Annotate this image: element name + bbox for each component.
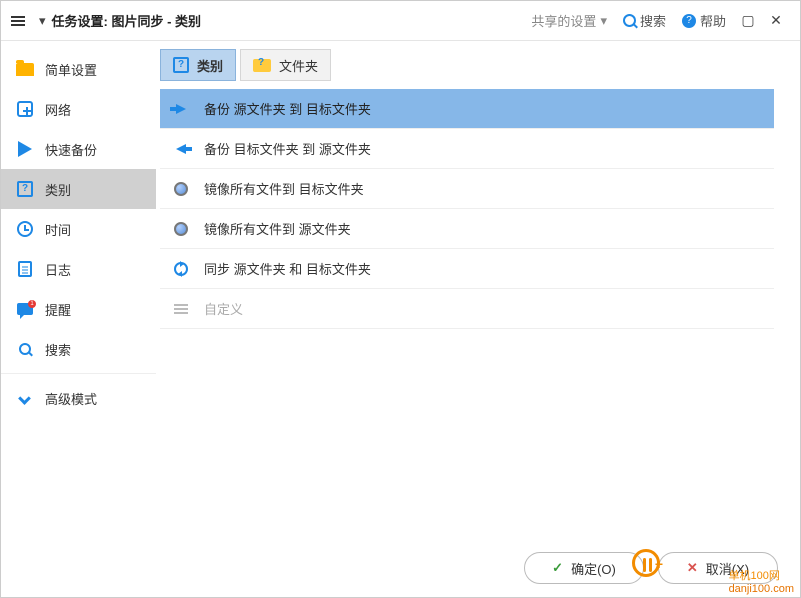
option-backup-target-to-source[interactable]: 备份 目标文件夹 到 源文件夹 bbox=[160, 129, 774, 169]
mirror-icon bbox=[172, 180, 190, 198]
sidebar-item-label: 快速备份 bbox=[45, 140, 97, 159]
sidebar-item-label: 提醒 bbox=[45, 300, 71, 319]
sidebar-item-label: 简单设置 bbox=[45, 60, 97, 79]
arrow-right-icon bbox=[172, 100, 190, 118]
footer: ✓ 确定(O) ✕ 取消(X) bbox=[1, 539, 800, 597]
search-button[interactable]: 搜索 bbox=[623, 11, 666, 30]
sidebar-item-quick-backup[interactable]: 快速备份 bbox=[1, 129, 156, 169]
sidebar-item-network[interactable]: 网络 bbox=[1, 89, 156, 129]
tab-category[interactable]: ? 类别 bbox=[160, 49, 236, 81]
option-label: 自定义 bbox=[204, 299, 243, 318]
sidebar-item-simple-settings[interactable]: 简单设置 bbox=[1, 49, 156, 89]
chevron-down-icon bbox=[15, 388, 35, 408]
maximize-button[interactable]: ▢ bbox=[734, 12, 762, 29]
search-icon bbox=[623, 14, 636, 27]
window-title: 任务设置: 图片同步 - 类别 bbox=[52, 11, 202, 30]
titlebar: ▾ 任务设置: 图片同步 - 类别 共享的设置 ▾ 搜索 ? 帮助 ▢ ✕ bbox=[1, 1, 800, 41]
option-list: 备份 源文件夹 到 目标文件夹 备份 目标文件夹 到 源文件夹 镜像所有文件到 … bbox=[160, 89, 774, 329]
main-panel: ? 类别 文件夹 备份 源文件夹 到 目标文件夹 备份 目标文件夹 到 源文件夹… bbox=[156, 41, 800, 539]
tab-label: 类别 bbox=[197, 56, 223, 75]
sidebar-item-time[interactable]: 时间 bbox=[1, 209, 156, 249]
chevron-down-icon: ▾ bbox=[600, 13, 607, 29]
network-icon bbox=[15, 99, 35, 119]
cross-icon: ✕ bbox=[687, 560, 698, 576]
sidebar-item-label: 高级模式 bbox=[45, 389, 97, 408]
hamburger-menu-icon[interactable] bbox=[11, 14, 33, 28]
watermark-logo-icon bbox=[632, 549, 660, 577]
help-button[interactable]: ? 帮助 bbox=[682, 11, 726, 30]
tab-label: 文件夹 bbox=[279, 56, 318, 75]
sidebar-item-label: 搜索 bbox=[45, 340, 71, 359]
help-label: 帮助 bbox=[700, 11, 726, 30]
chat-icon: 1 bbox=[15, 299, 35, 319]
search-icon bbox=[15, 339, 35, 359]
sidebar-item-label: 类别 bbox=[45, 180, 71, 199]
option-mirror-to-source[interactable]: 镜像所有文件到 源文件夹 bbox=[160, 209, 774, 249]
close-button[interactable]: ✕ bbox=[762, 12, 790, 29]
folder-icon bbox=[253, 59, 271, 72]
option-label: 镜像所有文件到 源文件夹 bbox=[204, 219, 351, 238]
sidebar-item-label: 时间 bbox=[45, 220, 71, 239]
watermark-url: danji100.com bbox=[729, 583, 794, 595]
sidebar: 简单设置 网络 快速备份 ? 类别 时间 日志 1 提醒 搜索 bbox=[1, 41, 156, 539]
shared-settings-dropdown[interactable]: 共享的设置 ▾ bbox=[531, 11, 607, 30]
check-icon: ✓ bbox=[552, 560, 563, 576]
folder-icon bbox=[15, 59, 35, 79]
play-icon bbox=[15, 139, 35, 159]
option-label: 备份 源文件夹 到 目标文件夹 bbox=[204, 99, 371, 118]
shared-settings-label: 共享的设置 bbox=[531, 11, 596, 30]
clock-icon bbox=[15, 219, 35, 239]
sidebar-item-label: 网络 bbox=[45, 100, 71, 119]
divider bbox=[1, 373, 156, 374]
mirror-icon bbox=[172, 220, 190, 238]
sidebar-item-category[interactable]: ? 类别 bbox=[1, 169, 156, 209]
list-icon bbox=[172, 300, 190, 318]
option-mirror-to-target[interactable]: 镜像所有文件到 目标文件夹 bbox=[160, 169, 774, 209]
sidebar-item-label: 日志 bbox=[45, 260, 71, 279]
option-backup-source-to-target[interactable]: 备份 源文件夹 到 目标文件夹 bbox=[160, 89, 774, 129]
sync-icon bbox=[172, 260, 190, 278]
option-label: 镜像所有文件到 目标文件夹 bbox=[204, 179, 364, 198]
sidebar-item-log[interactable]: 日志 bbox=[1, 249, 156, 289]
option-label: 备份 目标文件夹 到 源文件夹 bbox=[204, 139, 371, 158]
sidebar-item-reminder[interactable]: 1 提醒 bbox=[1, 289, 156, 329]
chevron-down-icon[interactable]: ▾ bbox=[39, 13, 46, 29]
category-icon: ? bbox=[173, 57, 189, 73]
tab-folder[interactable]: 文件夹 bbox=[240, 49, 331, 81]
ok-label: 确定(O) bbox=[571, 559, 616, 578]
watermark-text: 单机100网 bbox=[729, 570, 780, 582]
ok-button[interactable]: ✓ 确定(O) bbox=[524, 552, 644, 584]
option-custom[interactable]: 自定义 bbox=[160, 289, 774, 329]
tabs: ? 类别 文件夹 bbox=[160, 49, 774, 81]
option-sync-source-target[interactable]: 同步 源文件夹 和 目标文件夹 bbox=[160, 249, 774, 289]
sidebar-item-search[interactable]: 搜索 bbox=[1, 329, 156, 369]
sidebar-item-advanced-mode[interactable]: 高级模式 bbox=[1, 378, 156, 418]
watermark: 单机100网 danji100.com bbox=[729, 567, 794, 595]
arrow-left-icon bbox=[172, 140, 190, 158]
help-icon: ? bbox=[682, 14, 696, 28]
option-label: 同步 源文件夹 和 目标文件夹 bbox=[204, 259, 371, 278]
search-label: 搜索 bbox=[640, 11, 666, 30]
category-icon: ? bbox=[15, 179, 35, 199]
document-icon bbox=[15, 259, 35, 279]
